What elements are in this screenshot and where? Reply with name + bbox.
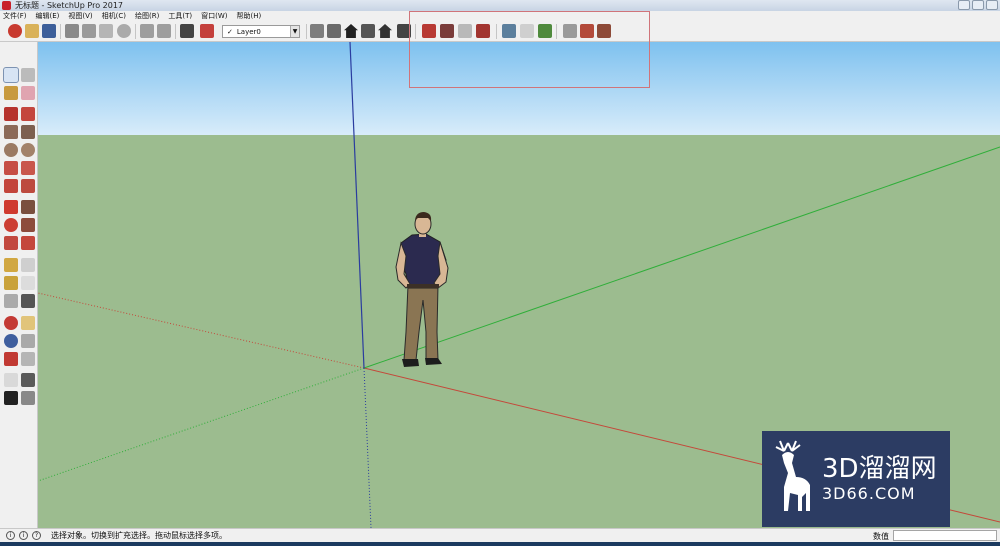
large-tool-set [0,42,38,528]
front-view-icon[interactable] [344,24,358,38]
watermark-main-text: 3D溜溜网 [822,454,937,484]
undo-icon[interactable] [140,24,154,38]
look-around-icon[interactable] [21,373,35,387]
layer-dropdown[interactable]: ✓ Layer0 ▼ [222,25,300,38]
layer-current-value: Layer0 [236,27,261,36]
two-point-arc-icon[interactable] [21,161,35,175]
eraser-icon[interactable] [21,86,35,100]
text-tool-icon[interactable] [21,276,35,290]
measurements-input[interactable] [893,530,997,541]
measurements-label: 数值 [873,532,889,541]
zoom-window-icon[interactable] [21,334,35,348]
make-component-icon[interactable] [21,68,35,82]
iso-view-icon[interactable] [310,24,324,38]
title-bar: 无标题 - SketchUp Pro 2017 [0,0,1000,11]
arc-icon[interactable] [4,161,18,175]
green-axis-line [363,146,1000,369]
menu-file[interactable]: 文件(F) [3,11,27,21]
sketchup-app-icon [2,1,11,10]
watermark-sub-text: 3D66.COM [822,484,916,503]
scale-figure-person [395,212,449,367]
orbit-icon[interactable] [4,316,18,330]
offset-icon[interactable] [21,236,35,250]
menu-tools[interactable]: 工具(T) [168,11,192,21]
red-axis-negative-line [38,292,365,369]
menu-edit[interactable]: 编辑(E) [36,11,60,21]
push-pull-icon[interactable] [21,200,35,214]
print-icon[interactable] [180,24,194,38]
watermark-logo: 3D溜溜网 3D66.COM [762,431,950,527]
rotate-icon[interactable] [4,218,18,232]
chevron-down-icon[interactable]: ▼ [290,26,299,37]
3d-text-icon[interactable] [21,294,35,308]
right-view-icon[interactable] [361,24,375,38]
copy-icon[interactable] [82,24,96,38]
menu-draw[interactable]: 绘图(R) [135,11,159,21]
cut-icon[interactable] [65,24,79,38]
zoom-extents-icon[interactable] [4,352,18,366]
back-view-icon[interactable] [378,24,392,38]
pie-icon[interactable] [21,179,35,193]
menu-help[interactable]: 帮助(H) [236,11,261,21]
blue-axis-line [349,42,365,369]
close-button[interactable] [986,0,998,10]
move-icon[interactable] [4,200,18,214]
section-plane-icon[interactable] [21,391,35,405]
polygon-icon[interactable] [21,143,35,157]
status-bar: i i ? 选择对象。切换到扩充选择。拖动鼠标选择多项。 数值 [0,528,1000,542]
window-controls [958,0,998,11]
axes-icon[interactable] [4,294,18,308]
layer-visible-check: ✓ [227,27,233,36]
model-info-icon[interactable] [200,24,214,38]
blue-axis-negative-line [363,367,372,528]
menu-window[interactable]: 窗口(W) [201,11,227,21]
circle-icon[interactable] [4,143,18,157]
top-view-icon[interactable] [327,24,341,38]
credits-icon[interactable]: i [19,531,28,540]
help-icon[interactable]: ? [32,531,41,540]
window-title: 无标题 - SketchUp Pro 2017 [15,1,123,10]
zoom-icon[interactable] [4,334,18,348]
tape-measure-icon[interactable] [4,258,18,272]
walk-icon[interactable] [4,391,18,405]
line-tool-icon[interactable] [4,107,18,121]
redo-icon[interactable] [157,24,171,38]
status-message: 选择对象。切换到扩充选择。拖动鼠标选择多项。 [51,531,227,540]
previous-view-icon[interactable] [21,352,35,366]
protractor-icon[interactable] [4,276,18,290]
menu-camera[interactable]: 相机(C) [102,11,126,21]
deer-logo-icon [775,440,810,511]
paint-bucket-icon[interactable] [4,86,18,100]
follow-me-icon[interactable] [21,218,35,232]
scale-icon[interactable] [4,236,18,250]
dimension-icon[interactable] [21,258,35,272]
get-started-icon[interactable] [8,24,22,38]
highlight-rectangle [409,11,650,88]
three-point-arc-icon[interactable] [4,179,18,193]
maximize-button[interactable] [972,0,984,10]
rectangle-icon[interactable] [4,125,18,139]
erase-icon[interactable] [117,24,131,38]
paste-icon[interactable] [99,24,113,38]
save-icon[interactable] [42,24,56,38]
menu-view[interactable]: 视图(V) [68,11,92,21]
rotated-rectangle-icon[interactable] [21,125,35,139]
os-taskbar [0,542,1000,546]
minimize-button[interactable] [958,0,970,10]
position-camera-icon[interactable] [4,373,18,387]
open-folder-icon[interactable] [25,24,39,38]
green-axis-negative-line [38,367,365,482]
pan-icon[interactable] [21,316,35,330]
select-tool-icon[interactable] [3,67,19,83]
geo-location-icon[interactable]: i [6,531,15,540]
freehand-icon[interactable] [21,107,35,121]
